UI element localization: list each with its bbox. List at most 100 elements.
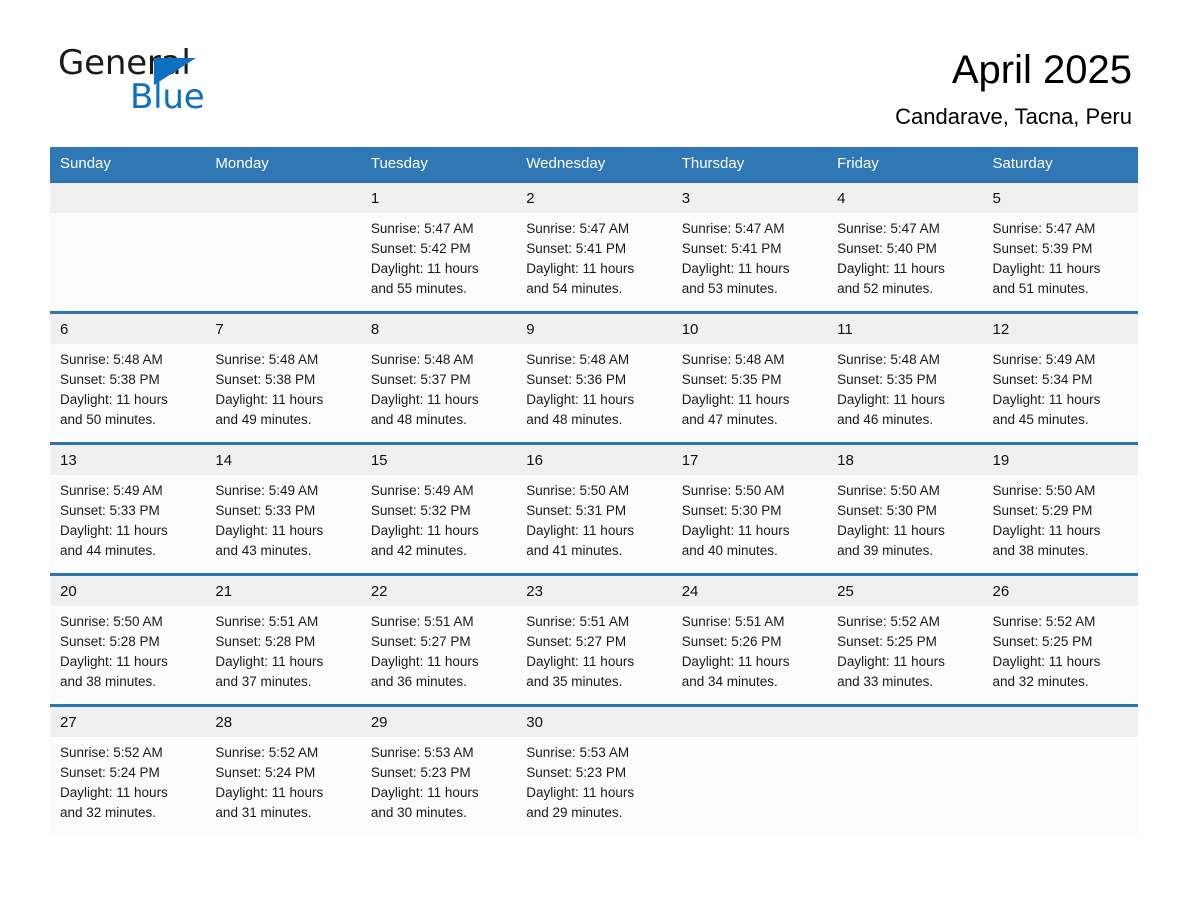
week-detail-row: Sunrise: 5:48 AM Sunset: 5:38 PM Daylight:… xyxy=(50,344,1138,443)
day-number-28[interactable]: 28 xyxy=(205,707,361,738)
day-cell-16[interactable]: Sunrise: 5:50 AM Sunset: 5:31 PM Daylight:… xyxy=(516,475,672,574)
day-cell-23[interactable]: Sunrise: 5:51 AM Sunset: 5:27 PM Daylight:… xyxy=(516,606,672,705)
day-cell-21[interactable]: Sunrise: 5:51 AM Sunset: 5:28 PM Daylight:… xyxy=(205,606,361,705)
page-subtitle: Candarave, Tacna, Peru xyxy=(895,103,1132,129)
day-number-2[interactable]: 2 xyxy=(516,183,672,214)
day-cell-7[interactable]: Sunrise: 5:48 AM Sunset: 5:38 PM Daylight:… xyxy=(205,344,361,443)
day-number-6[interactable]: 6 xyxy=(50,314,206,345)
day-cell-19[interactable]: Sunrise: 5:50 AM Sunset: 5:29 PM Daylight:… xyxy=(982,475,1138,574)
title-block: April 2025 Candarave, Tacna, Peru xyxy=(895,46,1132,130)
day-number-27[interactable]: 27 xyxy=(50,707,206,738)
day-detail-line: and 52 minutes. xyxy=(837,281,934,297)
day-number-17[interactable]: 17 xyxy=(671,445,828,476)
day-detail-line: Daylight: 11 hours xyxy=(215,392,324,408)
day-number-13[interactable]: 13 xyxy=(50,445,206,476)
day-cell-12[interactable]: Sunrise: 5:49 AM Sunset: 5:34 PM Daylight:… xyxy=(982,344,1138,443)
day-detail-line: Sunset: 5:41 PM xyxy=(526,241,627,257)
day-cell-empty xyxy=(982,737,1138,836)
day-cell-25[interactable]: Sunrise: 5:52 AM Sunset: 5:25 PM Daylight:… xyxy=(827,606,983,705)
day-detail-line: Sunset: 5:23 PM xyxy=(526,765,627,781)
day-detail-line: and 42 minutes. xyxy=(370,543,467,559)
day-cell-22[interactable]: Sunrise: 5:51 AM Sunset: 5:27 PM Daylight:… xyxy=(360,606,517,705)
day-cell-11[interactable]: Sunrise: 5:48 AM Sunset: 5:35 PM Daylight:… xyxy=(827,344,983,443)
day-detail-line: Sunrise: 5:47 AM xyxy=(681,221,785,237)
day-detail-line: Daylight: 11 hours xyxy=(992,654,1101,670)
day-cell-20[interactable]: Sunrise: 5:50 AM Sunset: 5:28 PM Daylight:… xyxy=(50,606,206,705)
day-cell-1[interactable]: Sunrise: 5:47 AM Sunset: 5:42 PM Daylight:… xyxy=(360,213,517,312)
general-blue-logo: General Blue xyxy=(57,46,257,124)
day-number-1[interactable]: 1 xyxy=(360,183,517,214)
day-detail-line: Sunrise: 5:52 AM xyxy=(837,614,940,630)
day-cell-empty xyxy=(827,737,983,836)
day-cell-28[interactable]: Sunrise: 5:52 AM Sunset: 5:24 PM Daylight:… xyxy=(205,737,361,836)
day-detail-line: Daylight: 11 hours xyxy=(370,392,479,408)
day-cell-2[interactable]: Sunrise: 5:47 AM Sunset: 5:41 PM Daylight:… xyxy=(516,213,672,312)
day-detail-line: Sunrise: 5:52 AM xyxy=(992,614,1096,630)
day-detail-line: and 32 minutes. xyxy=(60,805,157,821)
week-date-row: 13 14 15 16 17 18 19 xyxy=(50,445,1138,476)
day-number-4[interactable]: 4 xyxy=(827,183,983,214)
day-detail-line: and 33 minutes. xyxy=(837,674,934,690)
day-cell-9[interactable]: Sunrise: 5:48 AM Sunset: 5:36 PM Daylight:… xyxy=(516,344,672,443)
day-number-10[interactable]: 10 xyxy=(671,314,828,345)
day-number-7[interactable]: 7 xyxy=(205,314,361,345)
day-detail-line: Sunset: 5:23 PM xyxy=(370,765,471,781)
day-number-18[interactable]: 18 xyxy=(827,445,983,476)
day-cell-24[interactable]: Sunrise: 5:51 AM Sunset: 5:26 PM Daylight:… xyxy=(671,606,828,705)
day-cell-17[interactable]: Sunrise: 5:50 AM Sunset: 5:30 PM Daylight:… xyxy=(671,475,828,574)
day-detail-line: Daylight: 11 hours xyxy=(526,654,635,670)
day-detail-line: Daylight: 11 hours xyxy=(215,654,324,670)
day-detail-line: Sunrise: 5:47 AM xyxy=(370,221,474,237)
day-number-8[interactable]: 8 xyxy=(360,314,517,345)
day-number-19[interactable]: 19 xyxy=(982,445,1138,476)
day-cell-3[interactable]: Sunrise: 5:47 AM Sunset: 5:41 PM Daylight:… xyxy=(671,213,828,312)
day-number-30[interactable]: 30 xyxy=(516,707,672,738)
day-number-29[interactable]: 29 xyxy=(360,707,517,738)
day-cell-6[interactable]: Sunrise: 5:48 AM Sunset: 5:38 PM Daylight:… xyxy=(50,344,206,443)
day-cell-empty xyxy=(205,213,361,312)
day-detail-line: Sunset: 5:25 PM xyxy=(992,634,1093,650)
day-number-14[interactable]: 14 xyxy=(205,445,361,476)
day-detail-line: Sunset: 5:33 PM xyxy=(215,503,316,519)
day-cell-26[interactable]: Sunrise: 5:52 AM Sunset: 5:25 PM Daylight:… xyxy=(982,606,1138,705)
day-cell-29[interactable]: Sunrise: 5:53 AM Sunset: 5:23 PM Daylight:… xyxy=(360,737,517,836)
day-number-26[interactable]: 26 xyxy=(982,576,1138,607)
day-number-20[interactable]: 20 xyxy=(50,576,206,607)
day-number-21[interactable]: 21 xyxy=(205,576,361,607)
day-detail-line: Sunrise: 5:50 AM xyxy=(60,614,163,630)
week-detail-row: Sunrise: 5:49 AM Sunset: 5:33 PM Daylight:… xyxy=(50,475,1138,574)
day-number-empty xyxy=(827,707,983,738)
day-number-3[interactable]: 3 xyxy=(671,183,828,214)
day-detail-line: Sunrise: 5:48 AM xyxy=(60,352,163,368)
day-cell-27[interactable]: Sunrise: 5:52 AM Sunset: 5:24 PM Daylight:… xyxy=(50,737,206,836)
day-number-11[interactable]: 11 xyxy=(827,314,983,345)
day-number-15[interactable]: 15 xyxy=(360,445,517,476)
day-number-22[interactable]: 22 xyxy=(360,576,517,607)
calendar-body: 12345 Sunrise: 5:47 AM Sunset: 5:42 PM Day… xyxy=(50,180,1138,836)
weekday-header-monday: Monday xyxy=(205,147,361,181)
day-cell-4[interactable]: Sunrise: 5:47 AM Sunset: 5:40 PM Daylight:… xyxy=(827,213,983,312)
day-detail-line: and 32 minutes. xyxy=(992,674,1089,690)
week-date-row: 12345 xyxy=(50,183,1138,214)
day-number-12[interactable]: 12 xyxy=(982,314,1138,345)
day-number-9[interactable]: 9 xyxy=(516,314,672,345)
day-cell-30[interactable]: Sunrise: 5:53 AM Sunset: 5:23 PM Daylight:… xyxy=(516,737,672,836)
day-cell-13[interactable]: Sunrise: 5:49 AM Sunset: 5:33 PM Daylight:… xyxy=(50,475,206,574)
day-number-25[interactable]: 25 xyxy=(827,576,983,607)
day-cell-10[interactable]: Sunrise: 5:48 AM Sunset: 5:35 PM Daylight:… xyxy=(671,344,828,443)
day-cell-5[interactable]: Sunrise: 5:47 AM Sunset: 5:39 PM Daylight:… xyxy=(982,213,1138,312)
day-number-23[interactable]: 23 xyxy=(516,576,672,607)
day-detail-line: Sunrise: 5:49 AM xyxy=(992,352,1096,368)
day-detail-line: and 34 minutes. xyxy=(681,674,778,690)
day-cell-15[interactable]: Sunrise: 5:49 AM Sunset: 5:32 PM Daylight:… xyxy=(360,475,517,574)
day-cell-18[interactable]: Sunrise: 5:50 AM Sunset: 5:30 PM Daylight:… xyxy=(827,475,983,574)
day-cell-8[interactable]: Sunrise: 5:48 AM Sunset: 5:37 PM Daylight:… xyxy=(360,344,517,443)
day-cell-14[interactable]: Sunrise: 5:49 AM Sunset: 5:33 PM Daylight:… xyxy=(205,475,361,574)
day-detail-line: Sunrise: 5:50 AM xyxy=(526,483,630,499)
day-detail-line: Sunrise: 5:48 AM xyxy=(215,352,319,368)
week-detail-row: Sunrise: 5:52 AM Sunset: 5:24 PM Daylight:… xyxy=(50,737,1138,836)
day-detail-line: Sunset: 5:31 PM xyxy=(526,503,627,519)
day-number-24[interactable]: 24 xyxy=(671,576,828,607)
day-number-5[interactable]: 5 xyxy=(982,183,1138,214)
day-number-16[interactable]: 16 xyxy=(516,445,672,476)
